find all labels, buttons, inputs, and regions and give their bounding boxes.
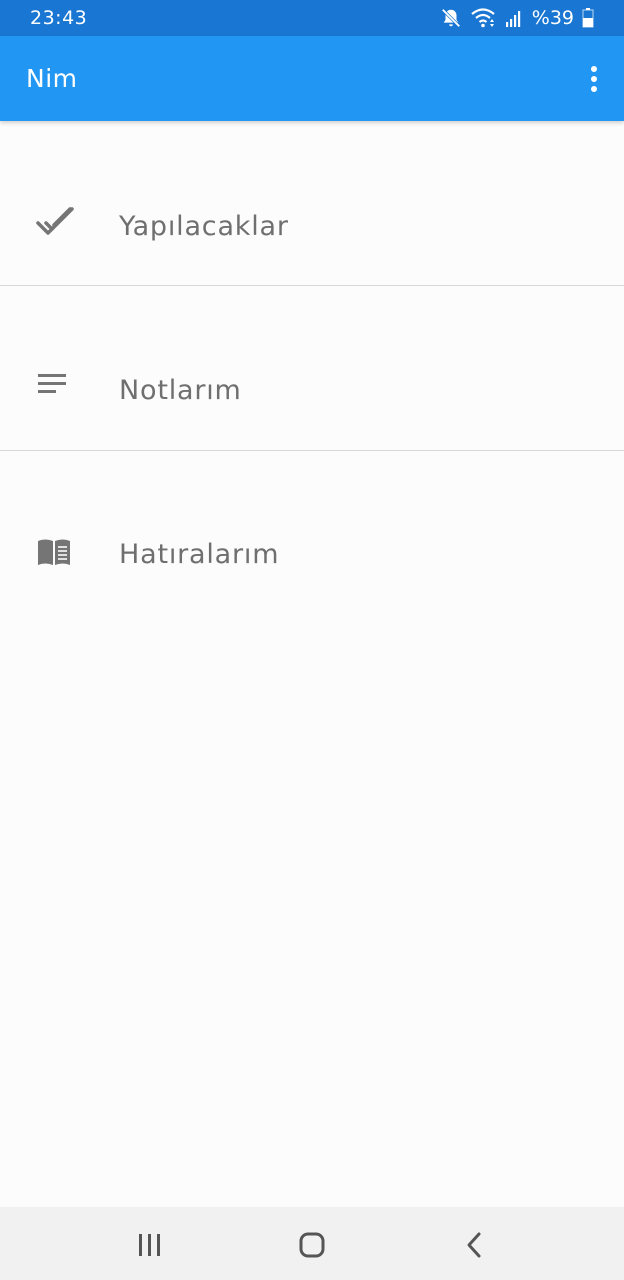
notes-icon <box>36 372 76 412</box>
more-vert-icon[interactable] <box>580 59 608 99</box>
system-nav-bar <box>0 1207 624 1280</box>
status-time: 23:43 <box>30 7 88 29</box>
menu-list: Yapılacaklar Notlarım Hatıralarım <box>0 121 624 616</box>
battery-icon <box>582 8 594 28</box>
check-icon <box>36 203 76 243</box>
status-bar: 23:43 %39 <box>0 0 624 36</box>
app-title: Nim <box>26 64 78 93</box>
home-icon[interactable] <box>292 1225 332 1265</box>
mute-icon <box>440 7 462 29</box>
menu-item-label: Notlarım <box>119 375 242 406</box>
menu-item-hatiralarim[interactable]: Hatıralarım <box>0 451 624 616</box>
menu-item-label: Yapılacaklar <box>119 211 289 242</box>
app-bar: Nim <box>0 36 624 121</box>
battery-percent: %39 <box>531 7 574 29</box>
back-icon[interactable] <box>454 1225 494 1265</box>
wifi-icon <box>470 7 496 29</box>
signal-icon <box>504 8 524 28</box>
status-icons: %39 <box>440 7 594 29</box>
menu-item-notlarim[interactable]: Notlarım <box>0 286 624 451</box>
menu-item-yapilacaklar[interactable]: Yapılacaklar <box>0 121 624 286</box>
book-icon <box>36 537 76 577</box>
menu-item-label: Hatıralarım <box>119 539 280 570</box>
recents-icon[interactable] <box>130 1225 170 1265</box>
